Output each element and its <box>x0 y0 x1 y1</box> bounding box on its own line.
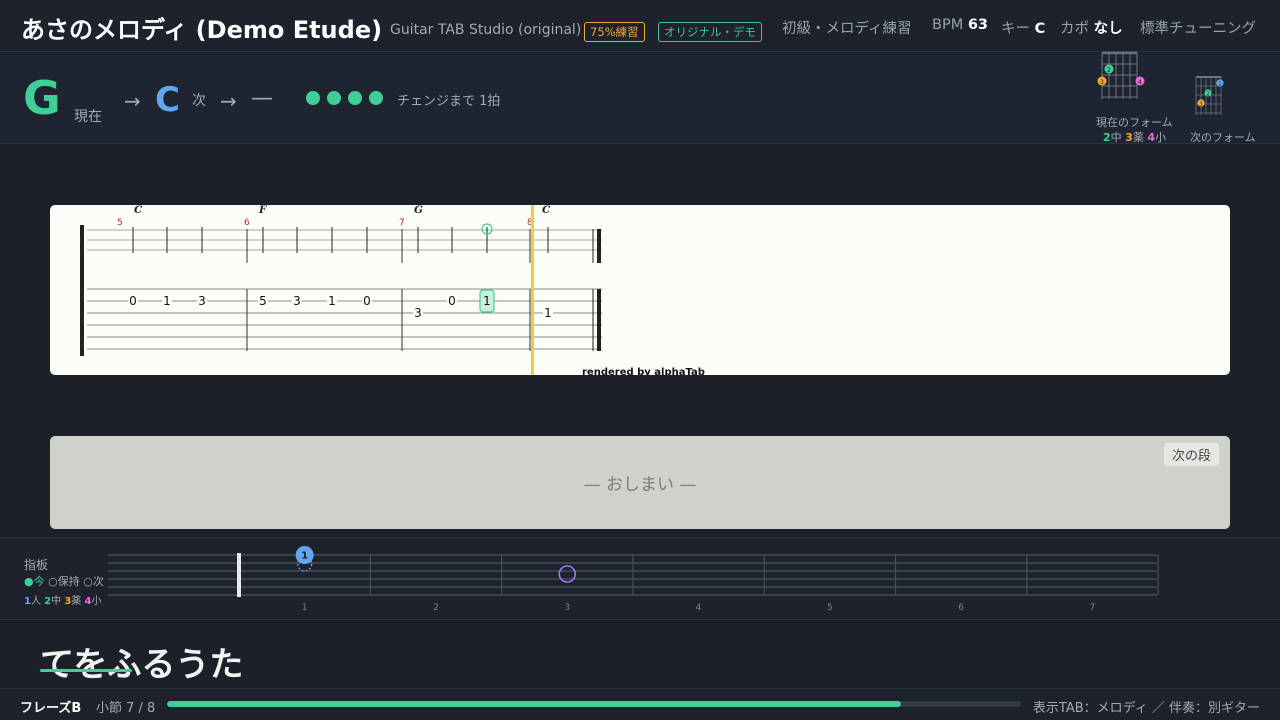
finger-name: 薬 <box>71 596 85 607</box>
fret-number: 0 <box>448 294 456 308</box>
fret-number: 0 <box>129 294 137 308</box>
fret-number-label: 4 <box>696 603 702 613</box>
end-bar-rhythm <box>597 229 601 263</box>
next-chord-label: 次 <box>192 93 206 109</box>
svg-text:4: 4 <box>1138 78 1142 86</box>
finger-number: 4 <box>1147 131 1155 144</box>
fretboard-diagram: 1 2 3 4 5 6 7 1 <box>108 546 1159 613</box>
current-finger-number: 1 <box>301 551 308 562</box>
app-subtitle: Guitar TAB Studio (original) <box>390 22 582 38</box>
lyrics-text: てをふるうた <box>40 645 244 685</box>
tab-staff: 5C0 1 36F5 3 1 07G30 18C1rendered by alphaTab <box>80 205 705 375</box>
fret-number: 3 <box>293 294 301 308</box>
demo-badge: オリジナル・デモ <box>658 22 762 42</box>
beat-dot <box>369 91 383 105</box>
fret-number: 1 <box>544 306 552 320</box>
fret-number: 1 <box>328 294 336 308</box>
change-countdown-text: チェンジまで 1拍 <box>397 94 501 109</box>
chord-symbol: C <box>134 205 143 216</box>
fret-number: 1 <box>163 294 171 308</box>
measure-number: 7 <box>399 218 405 228</box>
end-message: — おしまい — <box>583 475 697 495</box>
end-bar-tab <box>597 289 601 351</box>
next-position-marker <box>558 565 577 583</box>
svg-text:2: 2 <box>1107 66 1111 74</box>
measure-number: 5 <box>117 218 123 228</box>
measure-counter: 小節 7 / 8 <box>96 701 156 716</box>
tab-display-note: 表示TAB：メロディ ／ 伴奏：別ギター <box>1032 701 1260 716</box>
fret-number: 1 <box>483 294 491 308</box>
phrase-label: フレーズB <box>20 701 82 716</box>
render-credit: rendered by alphaTab <box>582 367 705 375</box>
next-system-button[interactable]: 次の段 <box>1163 443 1219 466</box>
measure-number: 6 <box>244 218 250 228</box>
fingering-legend: 2中 3薬 4小 <box>1103 129 1166 145</box>
current-chord-diagram: 2 3 4 <box>1097 51 1145 99</box>
song-progress-fill <box>167 701 902 707</box>
fret-number: 3 <box>414 306 422 320</box>
fret-number: 0 <box>363 294 371 308</box>
fretboard-nut <box>237 553 241 597</box>
fret-number-label: 3 <box>564 603 570 613</box>
finger-number: 2 <box>1103 131 1111 144</box>
fret-number-label: 2 <box>433 603 439 613</box>
finger-name: 中 <box>51 596 65 607</box>
current-form-label: 現在のフォーム <box>1096 116 1173 129</box>
next-system-panel: — おしまい — 次の段 <box>50 436 1230 529</box>
tuning-label: 標準チューニング <box>1140 21 1256 37</box>
level-label: 初級・メロディ練習 <box>782 21 912 37</box>
finger-name: 人 <box>30 596 45 607</box>
fret-number: 5 <box>259 294 267 308</box>
arrow-right-icon: → <box>220 89 237 113</box>
beat-countdown <box>306 91 383 105</box>
fretboard-finger-legend: 1人 2中 3薬 4小 <box>24 592 101 607</box>
finger-number: 3 <box>1125 131 1133 144</box>
finger-name: 中 <box>1110 131 1126 144</box>
beat-dot <box>306 91 320 105</box>
chord-symbol: F <box>258 205 268 216</box>
svg-text:2: 2 <box>1206 92 1209 98</box>
chord-symbol: C <box>542 205 551 216</box>
current-chord-label: 現在 <box>74 109 102 125</box>
capo-display: カポ なし <box>1060 21 1123 37</box>
practice-speed-badge[interactable]: 75%練習 <box>584 22 645 42</box>
lyric-progress-underline <box>40 669 132 672</box>
song-title: あさのメロディ (Demo Etude) <box>21 16 383 44</box>
arrow-right-icon: → <box>124 89 141 113</box>
next-form-label: 次のフォーム <box>1190 131 1256 144</box>
system-start-bar <box>80 225 84 356</box>
finger-name: 小 <box>1154 131 1166 144</box>
fretboard-panel: 指板 ●今 ○保持 ○次 1人 2中 3薬 4小 1 2 3 4 5 6 7 1 <box>0 537 1280 620</box>
fretboard-marker-legend: ●今 ○保持 ○次 <box>24 575 104 588</box>
next-chord: C <box>155 80 180 120</box>
beat-dot <box>348 91 362 105</box>
lyrics-panel: てをふるうた <box>0 621 1280 687</box>
fretboard-title: 指板 <box>24 558 49 572</box>
fret-number-label: 7 <box>1090 603 1096 613</box>
next-chord-diagram: 1 2 3 <box>1195 76 1224 115</box>
key-display: キー C <box>1001 21 1046 37</box>
svg-text:1: 1 <box>1218 82 1221 88</box>
beat-dot <box>327 91 341 105</box>
finger-name: 薬 <box>1132 131 1148 144</box>
bpm-display: BPM 63 <box>932 17 988 33</box>
fret-number-label: 5 <box>827 603 833 613</box>
song-progress-bar[interactable] <box>167 701 1021 707</box>
fret-number: 3 <box>198 294 206 308</box>
svg-text:3: 3 <box>1199 102 1202 108</box>
chord-progress-panel: G 現在 → C 次 → — チェンジまで 1拍 2 3 4 現在のフォーム 2… <box>0 51 1280 145</box>
header-bar: あさのメロディ (Demo Etude) Guitar TAB Studio (… <box>0 0 1280 52</box>
svg-text:3: 3 <box>1100 78 1104 86</box>
fret-number-label: 1 <box>302 603 308 613</box>
finger-number: 1 <box>24 596 31 607</box>
chord-symbol: G <box>414 205 423 216</box>
tab-score-panel[interactable]: 5 C 0 1 3 6 F 5 3 1 0 7 G 3 0 1 8 C 1 rendered by alphaTab <box>50 205 1230 375</box>
fret-number-label: 6 <box>958 603 964 613</box>
playhead-cursor <box>531 205 534 375</box>
status-bar: フレーズB 小節 7 / 8 表示TAB：メロディ ／ 伴奏：別ギター <box>0 688 1280 720</box>
after-next-chord: — <box>251 86 273 111</box>
current-chord: G <box>23 71 61 125</box>
